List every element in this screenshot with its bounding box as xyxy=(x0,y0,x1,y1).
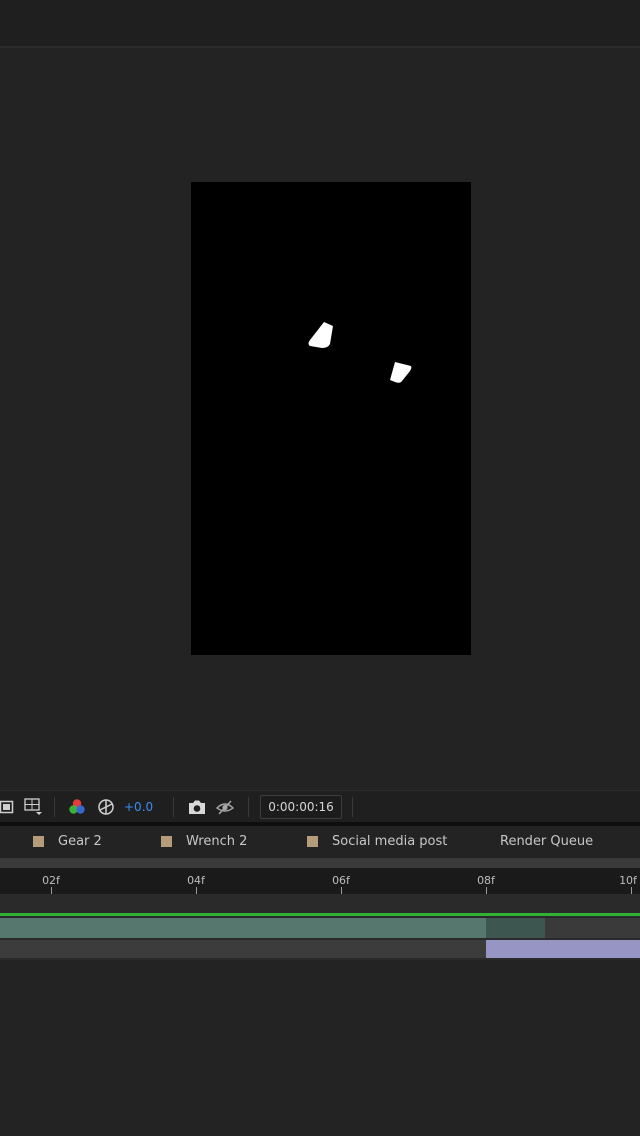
tab-label: Social media post xyxy=(332,833,448,849)
time-ruler[interactable]: 02f 04f 06f 08f 10f xyxy=(0,868,640,895)
region-of-interest-icon[interactable] xyxy=(0,797,14,817)
work-area-bar[interactable] xyxy=(0,858,640,868)
tab-label: Render Queue xyxy=(500,833,594,849)
layer-duration-bar[interactable] xyxy=(486,940,640,958)
grid-guides-icon[interactable] xyxy=(24,797,44,817)
tab-label: Gear 2 xyxy=(58,833,102,849)
tab-render-queue[interactable]: Render Queue xyxy=(500,826,593,856)
timeline-empty-area xyxy=(0,960,640,1136)
exposure-value[interactable]: +0.0 xyxy=(124,797,153,817)
color-channels-icon[interactable] xyxy=(68,797,86,817)
label-color-swatch xyxy=(161,835,172,847)
current-time-display[interactable]: 0:00:00:16 xyxy=(260,795,342,819)
timeline-tab-bar: Gear 2 Wrench 2 Social media post Render… xyxy=(0,826,640,856)
show-snapshot-icon[interactable] xyxy=(215,797,235,817)
ruler-tick-label: 02f xyxy=(42,874,60,887)
app-top-bar xyxy=(0,0,640,48)
white-shape-fragment xyxy=(308,322,333,348)
reset-exposure-icon[interactable] xyxy=(97,797,115,817)
work-area-indicator xyxy=(0,913,640,916)
tab-wrench-2[interactable]: Wrench 2 xyxy=(161,826,247,856)
white-shape-fragment xyxy=(390,362,412,383)
label-color-swatch xyxy=(307,835,318,847)
layer-duration-bar-end[interactable] xyxy=(486,918,545,938)
viewer-toolbar: +0.0 0:00:00:16 xyxy=(0,790,640,823)
tab-social-media-post[interactable]: Social media post xyxy=(307,826,447,856)
ruler-tick-mark xyxy=(196,887,197,894)
ruler-tick-mark xyxy=(631,887,632,894)
tab-gear-2[interactable]: Gear 2 xyxy=(33,826,102,856)
ruler-tick-mark xyxy=(486,887,487,894)
label-color-swatch xyxy=(33,835,44,847)
ruler-tick-mark xyxy=(341,887,342,894)
snapshot-icon[interactable] xyxy=(187,797,207,817)
ruler-tick-label: 04f xyxy=(187,874,205,887)
ruler-tick-label: 06f xyxy=(332,874,350,887)
ruler-tick-mark xyxy=(51,887,52,894)
layer-duration-bar[interactable] xyxy=(0,918,486,938)
ruler-tick-label: 08f xyxy=(477,874,495,887)
ruler-tick-label: 10f xyxy=(619,874,637,887)
composition-canvas[interactable] xyxy=(191,182,471,655)
tab-label: Wrench 2 xyxy=(186,833,248,849)
